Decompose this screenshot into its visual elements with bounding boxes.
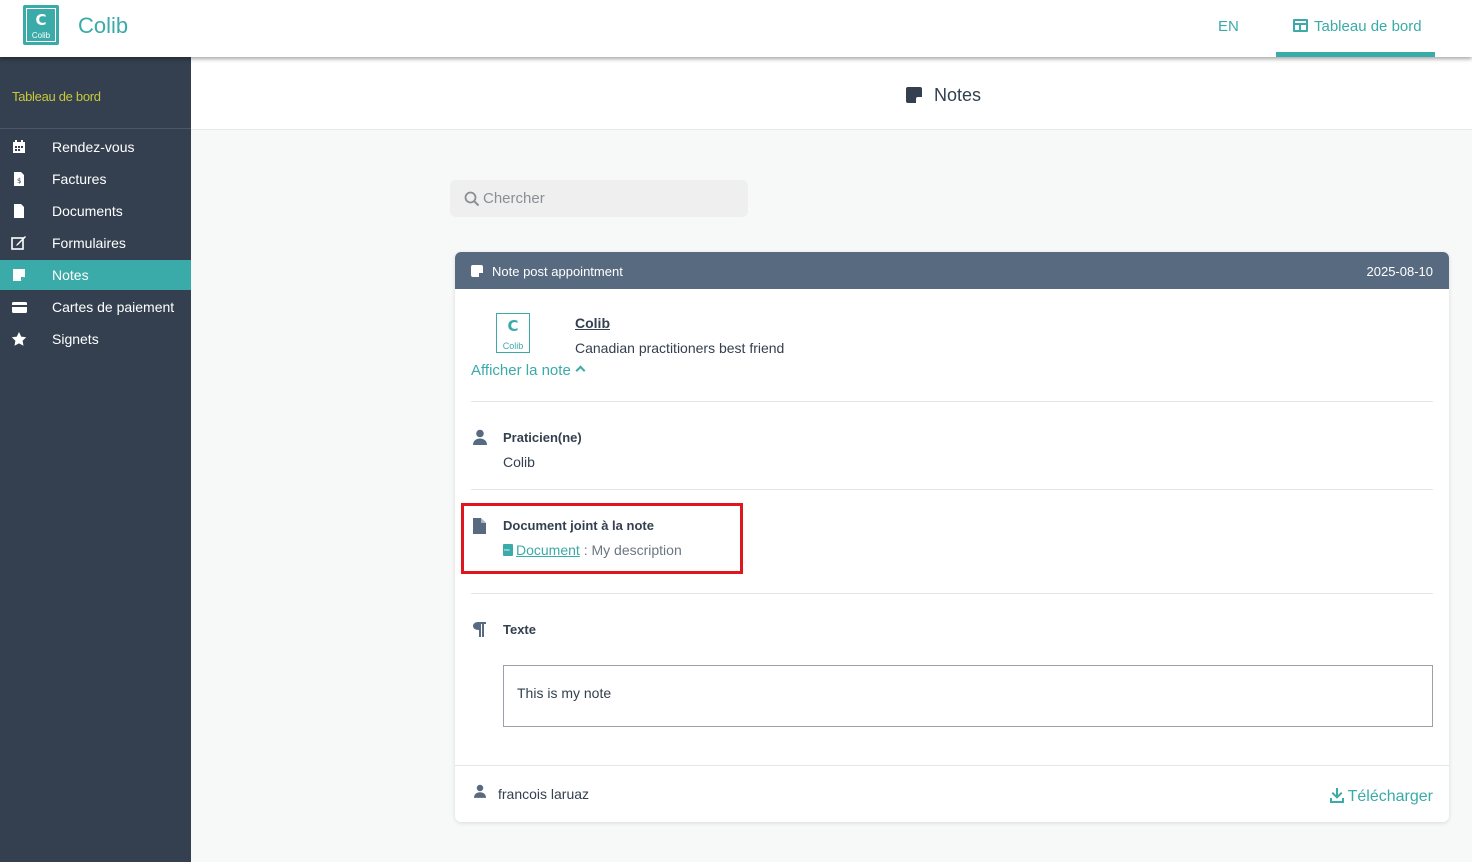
star-icon (11, 332, 27, 346)
divider (471, 401, 1433, 402)
download-button[interactable]: Télécharger (1329, 785, 1433, 806)
form-icon (11, 236, 26, 250)
practitioner-label: Praticien(ne) (503, 430, 582, 445)
sidebar-item-factures[interactable]: $ Factures (0, 164, 191, 194)
app-name[interactable]: Colib (78, 13, 128, 39)
sidebar: Tableau de bord Rendez-vous $ Factures D… (0, 57, 191, 862)
show-note-toggle[interactable]: Afficher la note (471, 362, 586, 379)
org-subtitle: Canadian practitioners best friend (575, 340, 785, 356)
sidebar-item-rendez-vous[interactable]: Rendez-vous (0, 132, 191, 162)
logo-letter: C (507, 317, 519, 335)
sidebar-item-documents[interactable]: Documents (0, 196, 191, 226)
attachment-description: My description (591, 542, 682, 558)
file-icon (473, 518, 486, 534)
highlight-box (461, 503, 743, 574)
note-text-box: This is my note (503, 665, 1433, 727)
attachment-separator: : (579, 542, 592, 558)
attachment-label: Document joint à la note (503, 518, 654, 533)
note-icon (13, 269, 25, 281)
search-icon (464, 191, 480, 207)
sidebar-item-formulaires[interactable]: Formulaires (0, 228, 191, 258)
top-bar: C Colib Colib EN Tableau de bord (0, 0, 1472, 57)
sidebar-item-notes[interactable]: Notes (0, 260, 191, 290)
sidebar-item-label: Notes (52, 267, 89, 283)
sidebar-item-label: Documents (52, 203, 123, 219)
attachment-line: Document : My description (503, 542, 682, 558)
note-author: francois laruaz (498, 786, 590, 802)
logo-text: Colib (502, 341, 524, 351)
logo-letter: C (35, 11, 47, 29)
note-date: 2025-08-10 (1366, 264, 1434, 279)
invoice-icon: $ (14, 172, 24, 186)
search-box (450, 180, 748, 217)
page-title: Notes (934, 85, 982, 105)
search-input[interactable] (483, 180, 738, 217)
org-name-link[interactable]: Colib (575, 315, 610, 331)
attachment-document-link[interactable]: Document (516, 542, 580, 558)
org-logo: C Colib (496, 313, 530, 353)
practitioner-value: Colib (503, 454, 535, 470)
sidebar-item-label: Signets (52, 331, 99, 347)
sidebar-item-signets[interactable]: Signets (0, 324, 191, 354)
logo-text: Colib (31, 31, 51, 40)
sidebar-item-label: Factures (52, 171, 107, 187)
note-icon (906, 87, 922, 103)
pdf-icon (503, 544, 513, 556)
dashboard-nav-tab[interactable]: Tableau de bord (1276, 0, 1435, 57)
user-icon (473, 429, 487, 445)
note-icon (471, 265, 483, 277)
note-text: This is my note (517, 685, 612, 701)
note-card-header: Note post appointment 2025-08-10 (455, 252, 1449, 289)
language-toggle[interactable]: EN (1218, 18, 1239, 35)
app-logo[interactable]: C Colib (23, 5, 59, 45)
download-icon (1329, 788, 1344, 803)
document-icon (14, 204, 24, 218)
user-icon (474, 784, 486, 798)
download-label: Télécharger (1347, 788, 1433, 805)
sidebar-divider (0, 128, 191, 129)
text-label: Texte (503, 622, 536, 637)
card-footer-divider (455, 765, 1449, 766)
sidebar-item-label: Cartes de paiement (52, 299, 175, 315)
dashboard-icon (1293, 19, 1308, 32)
sidebar-item-label: Formulaires (52, 235, 126, 251)
svg-text:$: $ (17, 177, 21, 185)
show-note-label: Afficher la note (471, 362, 571, 379)
paragraph-icon (473, 622, 486, 637)
sidebar-item-label: Rendez-vous (52, 139, 135, 155)
page-header: Notes (191, 57, 1472, 130)
calendar-icon (13, 140, 25, 153)
dashboard-nav-label: Tableau de bord (1314, 18, 1422, 35)
note-title: Note post appointment (492, 264, 623, 279)
divider (471, 489, 1433, 490)
note-card: Note post appointment 2025-08-10 C Colib… (455, 252, 1449, 822)
sidebar-item-cartes-de-paiement[interactable]: Cartes de paiement (0, 292, 191, 322)
divider (471, 593, 1433, 594)
chevron-up-icon (575, 365, 586, 376)
credit-card-icon (12, 302, 27, 313)
sidebar-title[interactable]: Tableau de bord (12, 89, 101, 104)
